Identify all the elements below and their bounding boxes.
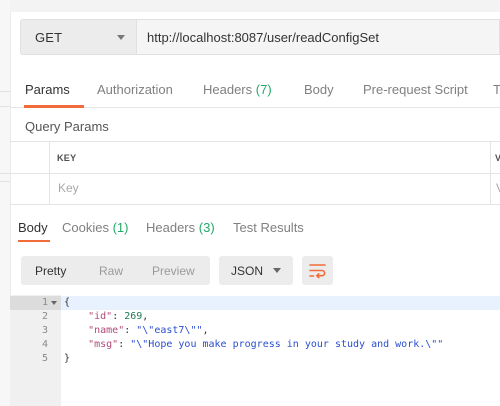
json-punctuation — [64, 339, 88, 350]
json-punctuation: , — [142, 311, 149, 322]
method-select[interactable]: GET — [20, 19, 136, 55]
preview-button[interactable]: Preview — [152, 264, 195, 278]
json-punctuation — [64, 311, 88, 322]
code-line: "name": "\"east7\"", — [64, 325, 209, 336]
line-number: 1 — [41, 297, 48, 308]
url-text: http://localhost:8087/user/readConfigSet — [147, 30, 379, 45]
tab-params[interactable]: Params — [25, 82, 70, 97]
fold-caret-icon[interactable] — [51, 301, 57, 305]
line-number: 4 — [41, 339, 48, 350]
headers-count: (7) — [255, 82, 272, 97]
key-input[interactable]: Key — [58, 181, 79, 195]
active-tab-indicator — [24, 105, 84, 108]
json-key: "msg" — [88, 339, 119, 350]
view-mode-group: Pretty Raw Preview — [21, 256, 210, 285]
tab-tests[interactable]: T — [493, 82, 500, 97]
response-headers-count: (3) — [198, 220, 215, 235]
url-input[interactable]: http://localhost:8087/user/readConfigSet — [136, 19, 500, 55]
json-punctuation: : — [124, 325, 137, 336]
text-wrap-icon — [309, 264, 326, 279]
tab-response-body[interactable]: Body — [18, 220, 48, 235]
format-label: JSON — [231, 264, 264, 278]
value-input[interactable]: V — [496, 181, 500, 195]
json-key: "name" — [88, 325, 125, 336]
chevron-down-icon — [117, 35, 125, 40]
pretty-button[interactable]: Pretty — [35, 264, 66, 278]
query-params-table: KEY V Key V — [10, 141, 500, 205]
json-value: "\"Hope you make progress in your study … — [130, 339, 444, 350]
line-number: 5 — [41, 353, 48, 364]
request-tabs: Params Authorization Headers (7) Body Pr… — [10, 70, 500, 108]
json-punctuation: : — [112, 311, 125, 322]
key-column-header: KEY — [57, 153, 77, 163]
json-value: 269 — [124, 311, 143, 322]
wrap-lines-button[interactable] — [302, 256, 333, 285]
active-response-tab-indicator — [18, 240, 50, 242]
line-number: 3 — [41, 325, 48, 336]
tab-pre-request-script[interactable]: Pre-request Script — [363, 82, 468, 97]
tab-cookies[interactable]: Cookies (1) — [62, 220, 128, 235]
code-line: "id": 269, — [64, 311, 148, 322]
tab-body[interactable]: Body — [304, 82, 334, 97]
json-value: "\"east7\"" — [136, 325, 203, 336]
method-label: GET — [35, 30, 63, 45]
raw-button[interactable]: Raw — [99, 264, 123, 278]
code-line: { — [64, 297, 70, 308]
tab-authorization[interactable]: Authorization — [97, 82, 173, 97]
json-key: "id" — [88, 311, 113, 322]
response-tabs: Body Cookies (1) Headers (3) Test Result… — [10, 211, 500, 242]
active-line-highlight — [61, 296, 500, 310]
line-number: 2 — [41, 311, 48, 322]
tab-headers[interactable]: Headers (7) — [203, 82, 272, 97]
json-punctuation: } — [64, 353, 71, 364]
format-select[interactable]: JSON — [219, 256, 293, 285]
json-punctuation: , — [202, 325, 209, 336]
cookies-count: (1) — [112, 220, 129, 235]
tab-strip-area — [10, 0, 500, 12]
code-line: } — [64, 353, 70, 364]
query-params-title: Query Params — [25, 119, 109, 134]
tab-response-headers[interactable]: Headers (3) — [146, 220, 215, 235]
json-punctuation — [64, 325, 88, 336]
chevron-down-icon — [273, 268, 281, 273]
value-column-header: V — [495, 153, 500, 163]
tab-test-results[interactable]: Test Results — [233, 220, 304, 235]
json-punctuation: : — [118, 339, 131, 350]
json-punctuation: { — [64, 297, 71, 308]
code-line: "msg": "\"Hope you make progress in your… — [64, 339, 443, 350]
